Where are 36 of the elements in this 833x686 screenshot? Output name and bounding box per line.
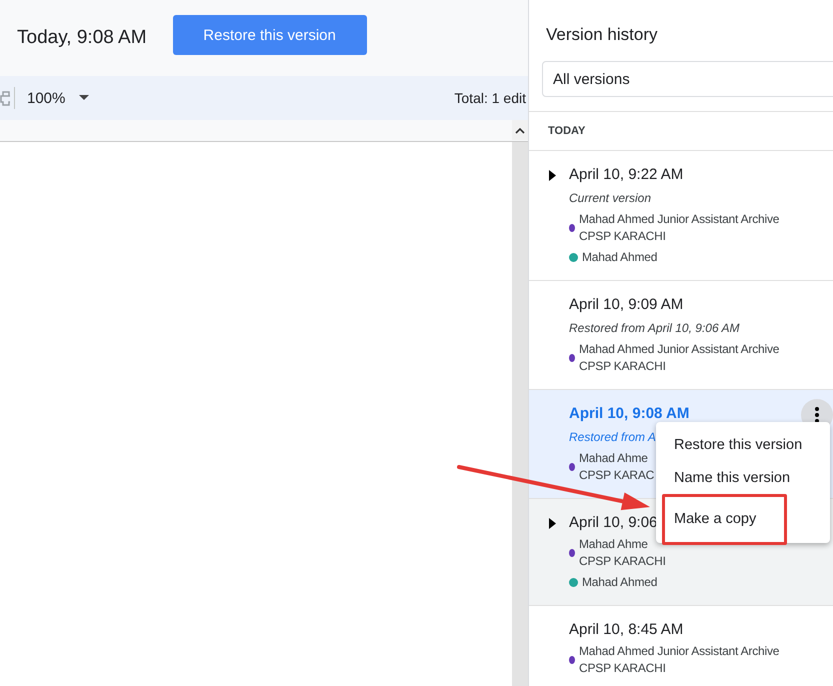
version-note: Current version	[569, 191, 652, 205]
section-header: TODAY	[548, 125, 586, 137]
editor-name: CPSP KARACHI	[579, 228, 667, 245]
caret-icon[interactable]	[79, 95, 90, 101]
version-note: Restored from April 10, 9:06 AM	[569, 321, 740, 335]
version-time: April 10, 9:09 AM	[569, 296, 684, 313]
edit-total: Total: 1 edit	[454, 90, 527, 106]
version-filter[interactable]: All versions	[542, 61, 833, 97]
expand-icon[interactable]	[549, 518, 556, 529]
editor-name: CPSP KARACHI	[579, 358, 667, 375]
restore-button[interactable]: Restore this version	[172, 15, 367, 55]
editor-name: CPSP KARACHI	[579, 660, 667, 677]
version-time: April 10, 9:08 AM	[569, 405, 690, 422]
version-time: April 10, 8:45 AM	[569, 621, 684, 638]
editor-name: Mahad Ahme	[579, 536, 649, 553]
menu-item[interactable]: Restore this version	[656, 428, 830, 461]
editor-name: CPSP KARACHI	[579, 553, 666, 570]
scroll-up-icon[interactable]	[515, 126, 525, 134]
editor-name: Mahad Ahme	[579, 450, 649, 467]
expand-icon[interactable]	[549, 170, 556, 181]
panel-title: Version history	[545, 24, 658, 46]
editor-name: CPSP KARAC	[579, 467, 654, 484]
editor-name: Mahad Ahmed Junior Assistant Archive	[579, 341, 780, 358]
editor-name: Mahad Ahmed Junior Assistant Archive	[579, 211, 780, 228]
version-note: Restored from A	[569, 430, 656, 444]
editor-name: Mahad Ahmed	[582, 249, 658, 266]
zoom-level[interactable]: 100%	[27, 90, 66, 106]
more-icon	[815, 407, 819, 423]
scrollbar[interactable]	[512, 142, 528, 686]
menu-item[interactable]: Name this version	[656, 461, 830, 494]
version-title: Today, 9:08 AM	[17, 27, 147, 49]
version-time: April 10, 9:06	[569, 514, 658, 531]
editor-name: Mahad Ahmed Junior Assistant Archive	[579, 643, 780, 660]
editor-name: Mahad Ahmed	[582, 574, 658, 591]
menu-item[interactable]: Make a copy	[662, 494, 787, 545]
version-time: April 10, 9:22 AM	[569, 166, 684, 183]
